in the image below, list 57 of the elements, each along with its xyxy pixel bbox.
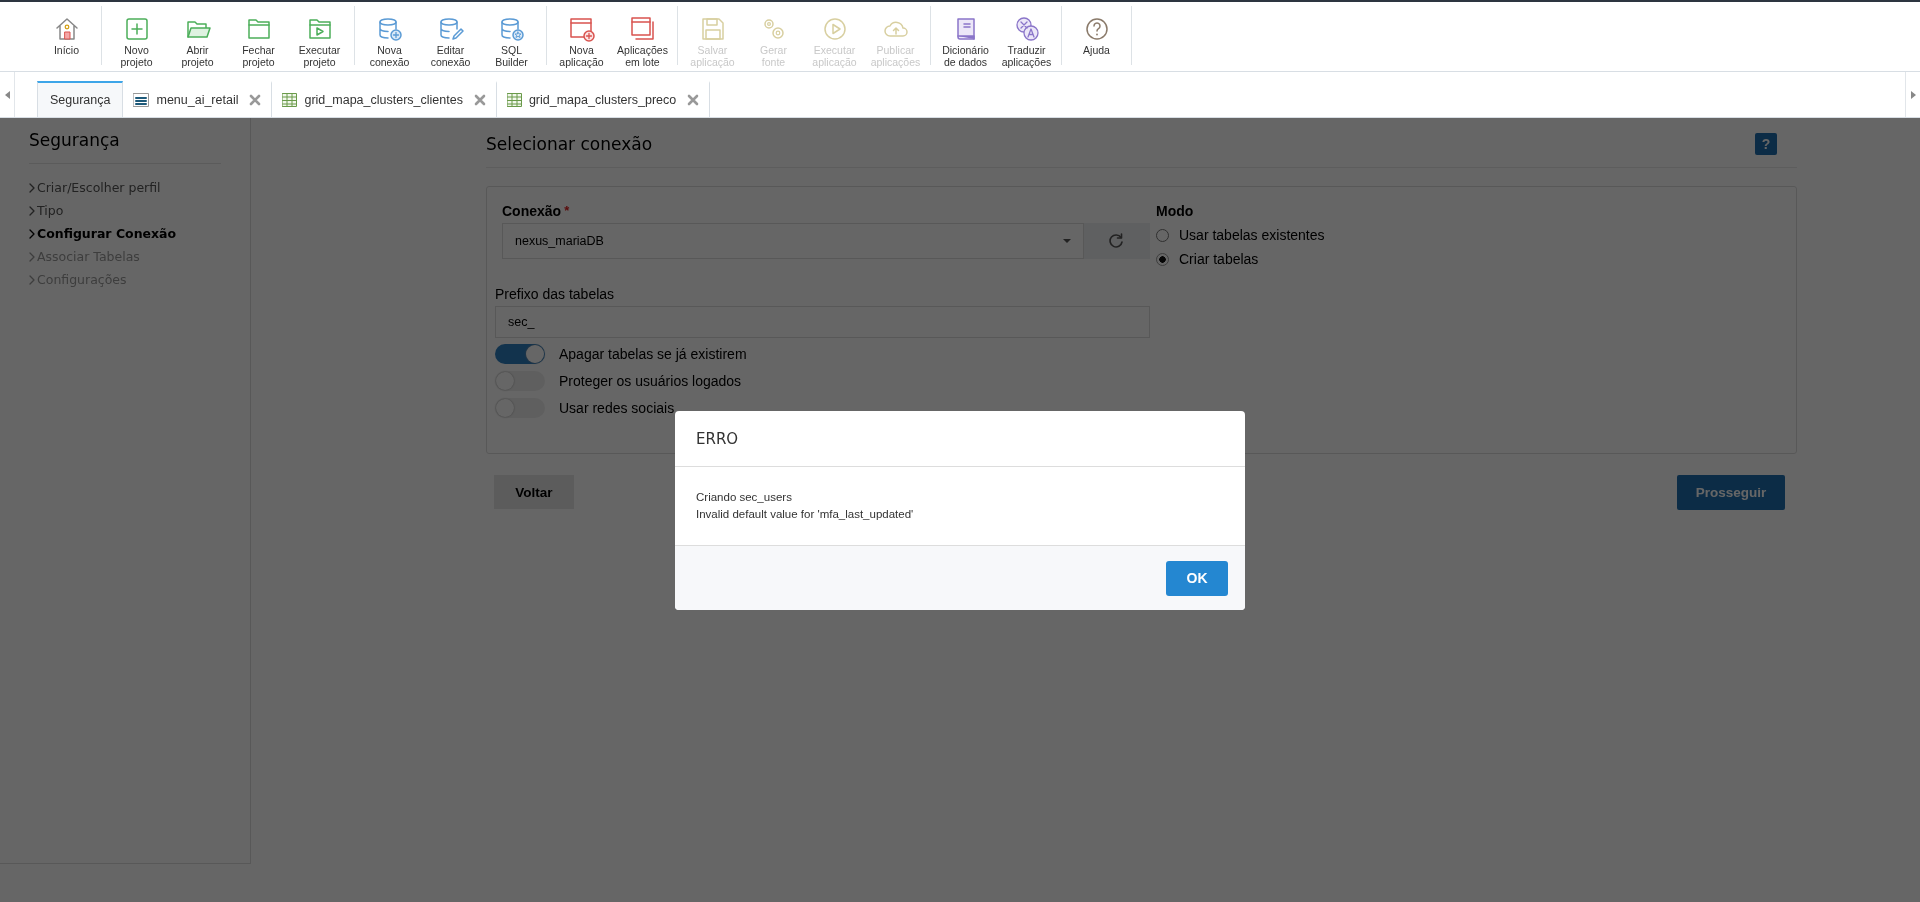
play-circle-icon [821, 16, 848, 42]
plus-square-icon [123, 16, 150, 42]
connection-select[interactable]: nexus_mariaDB [502, 223, 1084, 259]
refresh-button[interactable] [1084, 223, 1150, 259]
chevron-right-icon [29, 251, 35, 262]
sidebar-title: Segurança [29, 129, 121, 152]
caret-left-icon [3, 89, 11, 100]
caret-right-icon [1909, 89, 1917, 100]
toolbar-button[interactable]: Aplicações em lote [612, 10, 673, 65]
toggle-label: Usar redes sociais [559, 400, 675, 416]
toolbar-button[interactable]: Editar conexão [420, 10, 481, 65]
toolbar-button[interactable]: Nova conexão [359, 10, 420, 65]
close-icon [249, 94, 262, 106]
toggle-switch[interactable] [495, 344, 545, 364]
chevron-right-icon [29, 228, 35, 239]
dialog-title: ERRO [696, 429, 739, 448]
wizard-step[interactable]: Configurar Conexão [29, 222, 221, 245]
toggle-label: Proteger os usuários logados [559, 373, 742, 389]
toolbar-button[interactable]: SQL Builder [481, 10, 542, 65]
close-icon [687, 94, 700, 106]
close-icon [473, 94, 486, 106]
tab[interactable]: Segurança [37, 81, 124, 117]
windows-icon [629, 16, 656, 42]
field-label: Modo [1156, 203, 1195, 219]
window-plus-icon [568, 16, 595, 42]
radio-button[interactable] [1156, 252, 1169, 266]
toolbar-button[interactable]: Ajuda [1066, 10, 1127, 65]
database-plus-icon [376, 16, 403, 42]
list-window-icon [133, 93, 150, 107]
field-label: Prefixo das tabelas [495, 286, 616, 302]
radio-label: Criar tabelas [1179, 251, 1259, 267]
caret-down-icon [1063, 239, 1071, 243]
ok-button[interactable]: OK [1166, 560, 1228, 596]
required-mark: * [564, 203, 570, 218]
radio-label: Usar tabelas existentes [1179, 227, 1325, 243]
error-message: Criando sec_users [696, 490, 793, 505]
folder-play-icon [306, 16, 333, 42]
chevron-right-icon [29, 182, 35, 193]
field-label: Conexão [502, 203, 562, 219]
chevron-right-icon [29, 205, 35, 216]
error-message: Invalid default value for 'mfa_last_updated' [696, 507, 915, 522]
toggle-label: Apagar tabelas se já existirem [559, 346, 747, 362]
translate-icon [1013, 16, 1040, 42]
page-title: Selecionar conexão [486, 134, 653, 154]
table-icon [506, 93, 522, 107]
refresh-icon [1109, 233, 1125, 249]
table-icon [282, 93, 298, 107]
database-star-icon [498, 16, 525, 42]
toolbar-button[interactable]: Dicionário de dados [935, 10, 996, 65]
database-pencil-icon [437, 16, 464, 42]
chevron-right-icon [29, 274, 35, 285]
toolbar-button[interactable]: Início [36, 10, 97, 65]
folder-icon [245, 16, 272, 42]
home-icon [53, 16, 80, 42]
help-circle-icon [1083, 16, 1110, 42]
prefix-input[interactable]: sec_ [495, 306, 1150, 338]
radio-button[interactable] [1156, 228, 1169, 242]
